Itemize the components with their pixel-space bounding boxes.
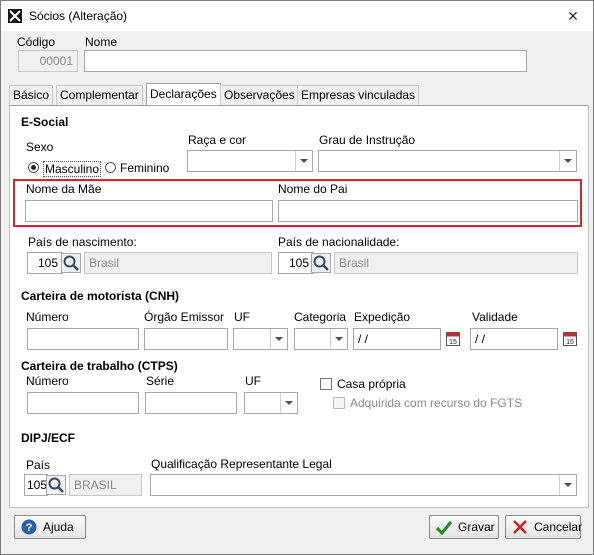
cancelar-button[interactable]: Cancelar: [505, 515, 583, 539]
casa-propria-label[interactable]: Casa própria: [337, 377, 406, 391]
ctps-uf-label: UF: [245, 374, 261, 388]
svg-text:?: ?: [26, 522, 33, 534]
nome-field[interactable]: [84, 50, 527, 72]
sexo-feminino-label[interactable]: Feminino: [120, 161, 169, 175]
chevron-down-icon[interactable]: [559, 475, 576, 495]
sexo-masculino-radio[interactable]: [28, 162, 39, 173]
cnh-validade-field[interactable]: / /: [470, 328, 558, 350]
tab-complementar[interactable]: Complementar: [56, 85, 143, 105]
cnh-expedicao-field[interactable]: / /: [353, 328, 441, 350]
tab-observacoes[interactable]: Observações: [220, 85, 299, 105]
checkmark-icon: [436, 521, 452, 535]
gravar-button[interactable]: Gravar: [429, 515, 499, 539]
svg-text:15: 15: [449, 339, 457, 346]
search-icon[interactable]: [61, 253, 81, 273]
cnh-section-title: Carteira de motorista (CNH): [21, 289, 180, 303]
pais-nacionalidade-code[interactable]: 105: [278, 252, 314, 274]
cancel-x-icon: [513, 520, 527, 534]
chevron-down-icon[interactable]: [295, 151, 312, 171]
pai-label: Nome do Pai: [278, 182, 348, 196]
dipj-pais-label: País: [26, 458, 51, 472]
chevron-down-icon[interactable]: [559, 151, 576, 171]
dipj-section-title: DIPJ/ECF: [21, 431, 76, 445]
window-title: Sócios (Alteração): [29, 9, 128, 23]
ajuda-label: Ajuda: [43, 520, 74, 534]
cnh-numero-label: Número: [26, 310, 69, 324]
fgts-label: Adquirida com recurso do FGTS: [350, 396, 523, 410]
pais-nascimento-label: País de nascimento:: [28, 235, 137, 249]
cnh-orgao-label: Órgão Emissor: [144, 310, 225, 324]
dipj-pais-name: BRASIL: [69, 474, 142, 496]
chevron-down-icon[interactable]: [280, 393, 297, 413]
cnh-categoria-combo[interactable]: [294, 328, 348, 350]
ctps-serie-field[interactable]: [145, 392, 237, 414]
codigo-label: Código: [17, 35, 56, 49]
pais-nascimento-code[interactable]: 105: [27, 252, 63, 274]
pai-field[interactable]: [278, 200, 578, 222]
ctps-numero-field[interactable]: [27, 392, 139, 414]
sexo-feminino-radio[interactable]: [105, 162, 116, 173]
cnh-expedicao-label: Expedição: [354, 310, 411, 324]
pais-nacionalidade-name: Brasil: [334, 252, 578, 274]
app-icon: [8, 9, 22, 23]
sexo-masculino-label[interactable]: Masculino: [43, 161, 102, 177]
cnh-uf-label: UF: [234, 310, 250, 324]
esocial-section-title: E-Social: [21, 115, 69, 129]
dialog-window: Sócios (Alteração) ✕ Código 00001 Nome B…: [0, 0, 594, 555]
grau-label: Grau de Instrução: [319, 133, 416, 147]
ctps-numero-label: Número: [26, 374, 69, 388]
pais-nascimento-name: Brasil: [84, 252, 272, 274]
tab-declaracoes[interactable]: Declarações: [146, 83, 221, 105]
raca-combo[interactable]: [187, 150, 313, 172]
ctps-section-title: Carteira de trabalho (CTPS): [21, 359, 178, 373]
calendar-icon[interactable]: 15: [563, 332, 577, 346]
grau-combo[interactable]: [318, 150, 577, 172]
tab-basico[interactable]: Básico: [9, 85, 54, 105]
mae-field[interactable]: [25, 200, 273, 222]
search-icon[interactable]: [46, 475, 66, 495]
nome-label: Nome: [85, 35, 118, 49]
ctps-serie-label: Série: [146, 374, 175, 388]
fgts-checkbox: [333, 397, 345, 409]
casa-propria-checkbox[interactable]: [320, 378, 332, 390]
mae-label: Nome da Mãe: [26, 182, 102, 196]
cnh-validade-label: Validade: [472, 310, 518, 324]
close-icon[interactable]: ✕: [563, 7, 583, 25]
sexo-label: Sexo: [26, 140, 54, 154]
cnh-categoria-label: Categoria: [294, 310, 347, 324]
cancelar-label: Cancelar: [534, 520, 583, 534]
ctps-uf-combo[interactable]: [244, 392, 298, 414]
svg-text:15: 15: [566, 339, 574, 346]
title-bar: Sócios (Alteração) ✕: [1, 1, 593, 31]
chevron-down-icon[interactable]: [270, 329, 287, 349]
cnh-uf-combo[interactable]: [233, 328, 288, 350]
tab-empresas-vinculadas[interactable]: Empresas vinculadas: [297, 85, 420, 105]
pais-nacionalidade-label: País de nacionalidade:: [278, 235, 400, 249]
dipj-pais-code[interactable]: 105: [24, 474, 48, 496]
raca-label: Raça e cor: [188, 133, 247, 147]
calendar-icon[interactable]: 15: [446, 332, 460, 346]
help-icon: ?: [21, 519, 37, 535]
cnh-numero-field[interactable]: [27, 328, 139, 350]
cnh-orgao-field[interactable]: [144, 328, 228, 350]
gravar-label: Gravar: [458, 520, 495, 534]
search-icon[interactable]: [311, 253, 331, 273]
ajuda-button[interactable]: ? Ajuda: [14, 515, 86, 539]
codigo-field: 00001: [18, 50, 78, 72]
qualificacao-label: Qualificação Representante Legal: [151, 457, 332, 471]
chevron-down-icon[interactable]: [330, 329, 347, 349]
qualificacao-combo[interactable]: [150, 474, 577, 496]
